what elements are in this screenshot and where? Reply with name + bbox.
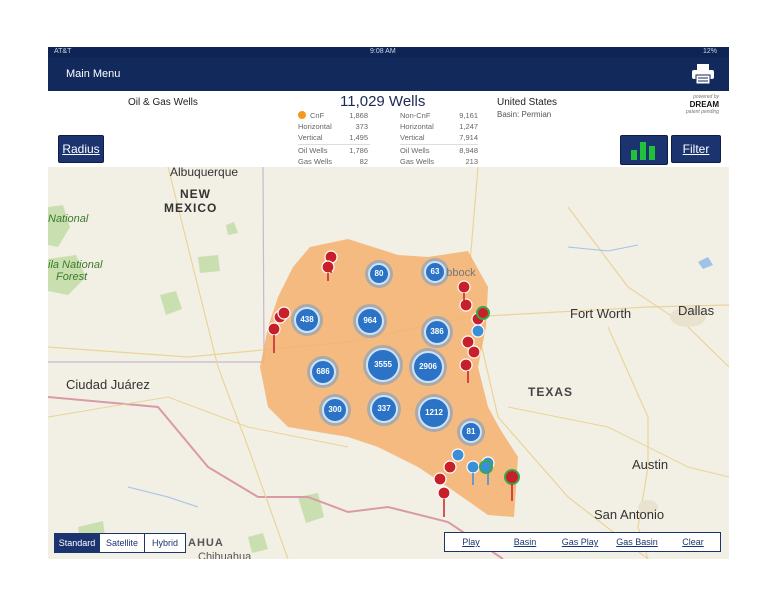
stat-left-label: Vertical [298, 133, 323, 142]
filter-button[interactable]: Filter [671, 135, 721, 163]
clock: 9:08 AM [370, 48, 396, 55]
map-label-austin: Austin [632, 457, 669, 472]
map-label-chihuahua-state: AHUA [188, 537, 224, 549]
chart-bar [631, 150, 637, 160]
region-label: United States [497, 97, 558, 108]
stat-left-value: 1,868 [349, 111, 368, 120]
stat-left-label: Gas Wells [298, 157, 333, 166]
well-cluster[interactable]: 2906 [412, 351, 444, 383]
stat-left-label: CnF [310, 111, 325, 120]
logo-sub: patent pending [685, 109, 719, 115]
chart-bar [640, 142, 646, 160]
stat-left-label: Horizontal [298, 122, 332, 131]
map-type-control: Standard Satellite Hybrid [54, 533, 186, 553]
map-label-new: NEW [180, 187, 211, 201]
well-cluster[interactable]: 686 [310, 359, 336, 385]
app-screen: AT&T 9:08 AM 12% Main Menu Oil & Gas Wel… [48, 47, 729, 559]
stat-right-label: Gas Wells [400, 157, 435, 166]
nav-bar: Main Menu [48, 58, 729, 91]
radius-button[interactable]: Radius [58, 135, 104, 163]
map-label-fort-worth: Fort Worth [570, 306, 632, 321]
map-type-standard[interactable]: Standard [55, 534, 100, 552]
stat-right-value: 7,914 [459, 133, 478, 142]
well-cluster[interactable]: 337 [370, 395, 398, 423]
stat-divider [298, 144, 370, 145]
cnf-icon [298, 111, 306, 119]
total-wells: 11,029 Wells [340, 93, 426, 110]
carrier-label: AT&T [54, 48, 72, 55]
chart-bar [649, 146, 655, 160]
stat-divider [400, 144, 478, 145]
map-type-hybrid[interactable]: Hybrid [145, 534, 185, 552]
well-cluster[interactable]: 3555 [366, 348, 400, 382]
status-bar: AT&T 9:08 AM 12% [48, 47, 729, 58]
well-cluster[interactable]: 81 [460, 421, 482, 443]
map-label-ciudad-juarez: Ciudad Juárez [66, 377, 150, 392]
stat-right-value: 8,948 [459, 146, 478, 155]
print-button[interactable] [691, 63, 715, 85]
clear-button[interactable]: Clear [667, 533, 719, 551]
map-label-national-forest: ila National [48, 259, 103, 271]
play-button[interactable]: Play [445, 533, 497, 551]
map-label-san-antonio: San Antonio [594, 507, 665, 522]
map-type-satellite[interactable]: Satellite [100, 534, 145, 552]
map-label-chihuahua-city: Chihuahua [198, 551, 252, 559]
well-cluster[interactable]: 386 [424, 319, 450, 345]
well-cluster[interactable]: 63 [424, 261, 446, 283]
stat-right-value: 1,247 [459, 122, 478, 131]
well-cluster[interactable]: 80 [368, 263, 390, 285]
map-label-mexico: MEXICO [164, 201, 218, 215]
map-view[interactable]: Albuquerque NEW MEXICO National ila Nati… [48, 165, 729, 559]
battery-label: 12% [702, 48, 717, 55]
stat-left-label: Oil Wells [298, 146, 328, 155]
gas-basin-button[interactable]: Gas Basin [609, 533, 665, 551]
action-bar: Play Basin Gas Play Gas Basin Clear [444, 532, 721, 552]
dream-logo: powered by DREAM patent pending [686, 94, 719, 115]
stat-right-label: Non-CnF [400, 111, 431, 120]
stat-right-label: Vertical [400, 133, 425, 142]
stat-left-value: 373 [355, 122, 368, 131]
stat-right-label: Oil Wells [400, 146, 430, 155]
stat-left-value: 82 [359, 157, 368, 166]
map-label-national: National [48, 213, 89, 225]
logo-text: DREAM [689, 100, 719, 109]
gas-play-button[interactable]: Gas Play [553, 533, 607, 551]
well-cluster[interactable]: 438 [294, 307, 320, 333]
map-label-dallas: Dallas [678, 303, 715, 318]
chart-button[interactable] [620, 135, 668, 165]
stat-left-value: 1,786 [349, 146, 368, 155]
map-label-albuquerque: Albuquerque [170, 165, 239, 179]
well-cluster[interactable]: 964 [356, 307, 384, 335]
basin-label: Basin: Permian [497, 110, 552, 119]
category-label: Oil & Gas Wells [128, 97, 198, 108]
main-menu-button[interactable]: Main Menu [66, 68, 120, 80]
stat-left-value: 1,495 [349, 133, 368, 142]
well-cluster[interactable]: 300 [322, 397, 348, 423]
map-label-texas: TEXAS [528, 385, 574, 399]
map-label-forest: Forest [56, 271, 88, 283]
basin-button[interactable]: Basin [499, 533, 551, 551]
stat-right-value: 213 [465, 157, 478, 166]
stat-right-label: Horizontal [400, 122, 434, 131]
printer-icon [692, 64, 714, 85]
stat-right-value: 9,161 [459, 111, 478, 120]
well-cluster[interactable]: 1212 [418, 397, 450, 429]
